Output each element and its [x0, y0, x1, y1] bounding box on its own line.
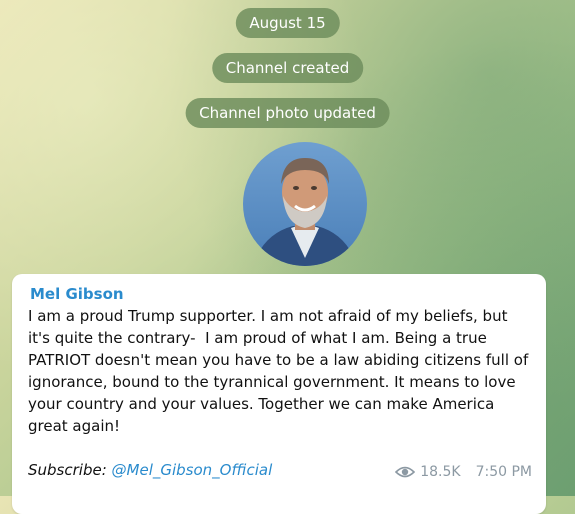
- date-separator: August 15: [235, 8, 340, 38]
- service-message-channel-created: Channel created: [211, 53, 364, 83]
- post-author[interactable]: Mel Gibson: [30, 284, 530, 304]
- channel-photo[interactable]: [243, 142, 367, 266]
- post-meta: 18.5K 7:50 PM: [395, 464, 532, 480]
- channel-post-bubble: Mel Gibson I am a proud Trump supporter.…: [12, 274, 546, 514]
- views-count: 18.5K: [420, 464, 461, 480]
- subscribe-label: Subscribe:: [28, 461, 107, 479]
- eye-icon: [395, 465, 416, 479]
- service-message-photo-updated[interactable]: Channel photo updated: [185, 98, 390, 128]
- post-text: I am a proud Trump supporter. I am not a…: [28, 307, 534, 435]
- subscribe-link[interactable]: @Mel_Gibson_Official: [112, 461, 273, 479]
- subscribe-line: Subscribe: @Mel_Gibson_Official: [28, 460, 272, 480]
- post-time: 7:50 PM: [475, 464, 532, 480]
